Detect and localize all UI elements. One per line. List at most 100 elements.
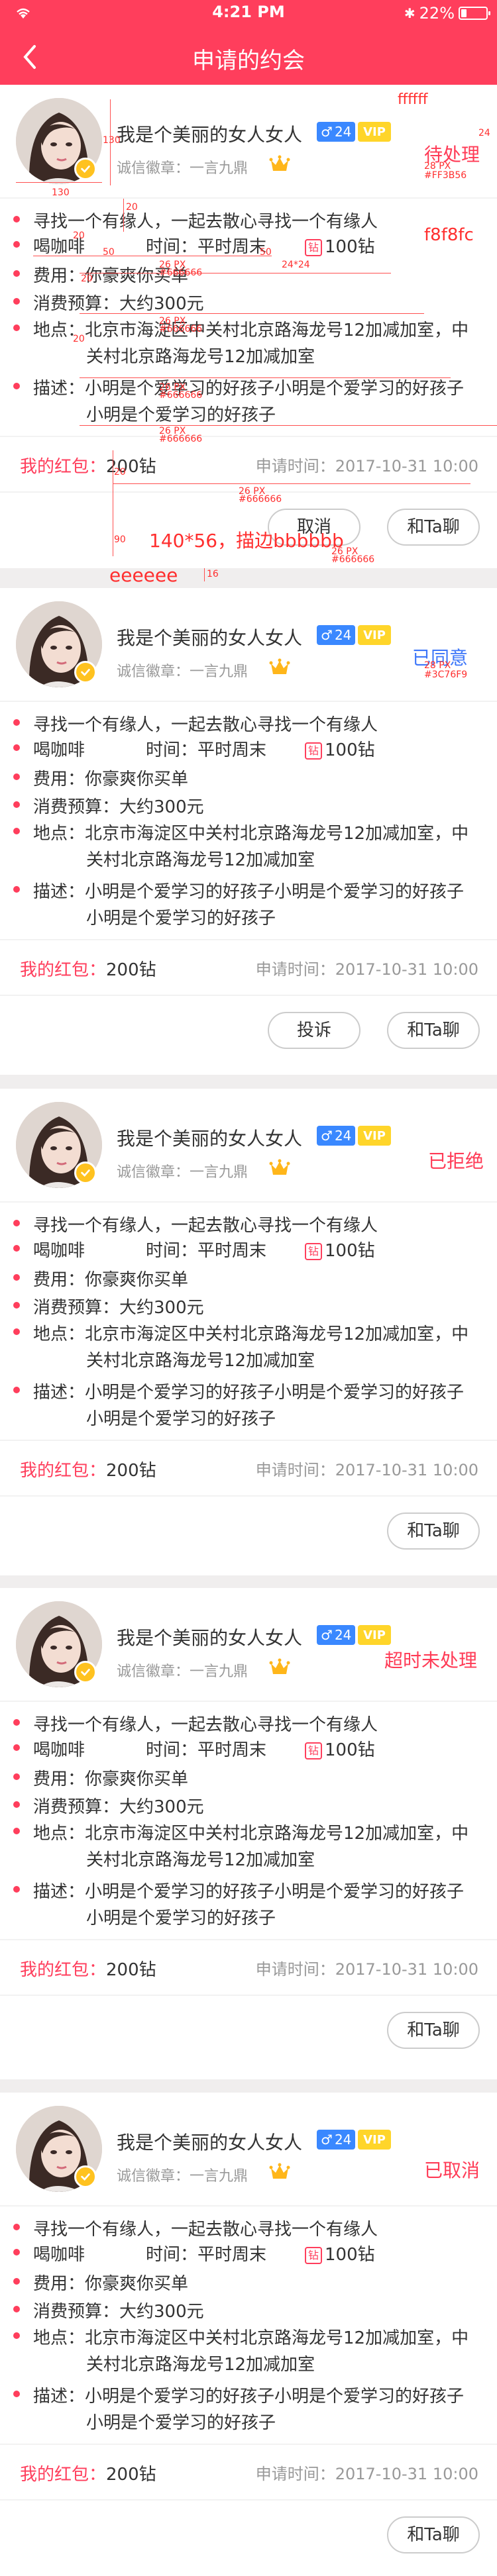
annot-n50-a: 50 bbox=[103, 247, 115, 258]
intent-text: 寻找一个有缘人，一起去散心寻找一个有缘人 bbox=[33, 1216, 378, 1236]
annot-n130-h: 130 bbox=[52, 187, 70, 198]
age-badge: ♂ 24 bbox=[317, 122, 356, 142]
chat-button[interactable]: 和Ta聊 bbox=[387, 509, 480, 546]
date-request-card: 我是个美丽的女人女人 ♂ 24 VIP 诚信徽章：一言九鼎 已拒绝 寻找一个有缘人，一起去散… bbox=[0, 1089, 497, 1575]
apply-time: 申请时间：2017-10-31 10:00 bbox=[255, 1461, 478, 1479]
male-icon: ♂ bbox=[321, 2132, 333, 2148]
chat-button[interactable]: 和Ta聊 bbox=[387, 2516, 480, 2553]
coin-icon: 钻 bbox=[305, 1742, 322, 1759]
apply-time: 申请时间：2017-10-31 10:00 bbox=[255, 2465, 478, 2483]
annot-c666-c: #666666 bbox=[159, 390, 203, 401]
bullet-dot bbox=[13, 1719, 20, 1726]
battery-icon bbox=[459, 7, 490, 20]
description-text: 描述：小明是个爱学习的好孩子小明是个爱学习的好孩子 bbox=[33, 1383, 465, 1403]
description-text: 描述：小明是个爱学习的好孩子小明是个爱学习的好孩子 bbox=[33, 882, 465, 902]
age-badge: ♂ 24 bbox=[317, 2130, 356, 2150]
bullet-dot bbox=[13, 801, 20, 808]
user-name: 我是个美丽的女人女人 bbox=[117, 2132, 303, 2154]
bullet-dot bbox=[13, 744, 20, 751]
request-status: 已取消 bbox=[424, 2159, 480, 2181]
user-name: 我是个美丽的女人女人 bbox=[117, 1128, 303, 1150]
annot-button-spec: 140*56，描边bbbbbb bbox=[149, 530, 344, 552]
divider bbox=[0, 995, 497, 996]
integrity-medal: 诚信徽章：一言九鼎 bbox=[117, 2168, 248, 2185]
bullet-dot bbox=[13, 1328, 20, 1335]
male-icon: ♂ bbox=[321, 1627, 333, 1643]
page-title: 申请的约会 bbox=[192, 48, 305, 74]
description-text-cont: 小明是个爱学习的好孩子 bbox=[86, 2413, 276, 2433]
age-badge: ♂ 24 bbox=[317, 625, 356, 645]
address-text: 地点：北京市海淀区中关村北京路海龙号12加减加室，中 bbox=[33, 321, 469, 340]
apply-time: 申请时间：2017-10-31 10:00 bbox=[255, 1960, 478, 1979]
description-text-cont: 小明是个爱学习的好孩子 bbox=[86, 1908, 276, 1928]
address-text-cont: 关村北京路海龙号12加减加室 bbox=[86, 1351, 315, 1371]
apply-time: 申请时间：2017-10-31 10:00 bbox=[255, 457, 478, 475]
coins-value: 钻 100钻 bbox=[305, 233, 375, 258]
annot-status-spec-2: #FF3B56 bbox=[424, 170, 467, 181]
card-header: 我是个美丽的女人女人 ♂ 24 VIP 诚信徽章：一言九鼎 已拒绝 bbox=[0, 1089, 497, 1201]
nav-bar: 申请的约会 bbox=[0, 26, 497, 85]
bullet-dot bbox=[13, 1274, 20, 1281]
age-badge: ♂ 24 bbox=[317, 1625, 356, 1645]
chat-button[interactable]: 和Ta聊 bbox=[387, 2012, 480, 2049]
annot-n16: 16 bbox=[207, 569, 219, 579]
chat-button[interactable]: 和Ta聊 bbox=[387, 1512, 480, 1550]
address-text-cont: 关村北京路海龙号12加减加室 bbox=[86, 347, 315, 367]
apply-time: 申请时间：2017-10-31 10:00 bbox=[255, 960, 478, 979]
fee-text: 费用：你豪爽你买单 bbox=[33, 769, 189, 789]
verified-check-icon bbox=[74, 1162, 97, 1184]
time-text: 时间：平时周末 bbox=[146, 1241, 267, 1261]
male-icon: ♂ bbox=[321, 124, 333, 140]
chat-button[interactable]: 和Ta聊 bbox=[387, 1012, 480, 1049]
red-packet: 我的红包：200钻 bbox=[20, 1960, 156, 1980]
coins-value: 钻 100钻 bbox=[305, 736, 375, 761]
bullet-dot bbox=[13, 773, 20, 780]
bullet-dot bbox=[13, 216, 20, 223]
fee-text: 费用：你豪爽你买单 bbox=[33, 2274, 189, 2294]
divider bbox=[0, 1995, 497, 1996]
red-packet: 我的红包：200钻 bbox=[20, 457, 156, 477]
integrity-medal: 诚信徽章：一言九鼎 bbox=[117, 160, 248, 177]
time-text: 时间：平时周末 bbox=[146, 2245, 267, 2265]
annot-n20-a: 20 bbox=[126, 202, 138, 213]
divider bbox=[0, 1440, 497, 1441]
bluetooth-icon: ✱ bbox=[404, 5, 415, 21]
divider bbox=[0, 1201, 497, 1203]
description-text: 描述：小明是个爱学习的好孩子小明是个爱学习的好孩子 bbox=[33, 2387, 465, 2406]
description-text: 描述：小明是个爱学习的好孩子小明是个爱学习的好孩子 bbox=[33, 1882, 465, 1902]
complain-button[interactable]: 投诉 bbox=[268, 1012, 360, 1049]
vip-badge: VIP bbox=[358, 1625, 391, 1645]
annot-n50-b: 50 bbox=[260, 247, 272, 258]
vip-badge: VIP bbox=[358, 1126, 391, 1146]
divider bbox=[0, 436, 497, 437]
address-text: 地点：北京市海淀区中关村北京路海龙号12加减加室，中 bbox=[33, 1324, 469, 1344]
annot-f8f8fc: f8f8fc bbox=[424, 225, 474, 245]
annot-n20-b: 20 bbox=[73, 230, 85, 241]
bullet-dot bbox=[13, 1387, 20, 1393]
bullet-dot bbox=[13, 719, 20, 726]
intent-text: 寻找一个有缘人，一起去散心寻找一个有缘人 bbox=[33, 2220, 378, 2240]
activity-text: 喝咖啡 bbox=[33, 740, 85, 760]
card-header: 我是个美丽的女人女人 ♂ 24 VIP 诚信徽章：一言九鼎 已同意 bbox=[0, 588, 497, 701]
time-text: 时间：平时周末 bbox=[146, 1740, 267, 1760]
age-badge: ♂ 24 bbox=[317, 1126, 356, 1146]
bullet-dot bbox=[13, 886, 20, 893]
integrity-medal: 诚信徽章：一言九鼎 bbox=[117, 1663, 248, 1680]
budget-text: 消费预算：大约300元 bbox=[33, 797, 204, 817]
user-name: 我是个美丽的女人女人 bbox=[117, 124, 303, 146]
annot-n24: 24 bbox=[478, 128, 490, 138]
bullet-dot bbox=[13, 2278, 20, 2285]
verified-check-icon bbox=[74, 158, 97, 180]
address-text: 地点：北京市海淀区中关村北京路海龙号12加减加室，中 bbox=[33, 824, 469, 844]
bullet-dot bbox=[13, 1886, 20, 1893]
verified-check-icon bbox=[74, 1661, 97, 1683]
crown-icon bbox=[269, 155, 290, 173]
description-text-cont: 小明是个爱学习的好孩子 bbox=[86, 909, 276, 928]
address-text-cont: 关村北京路海龙号12加减加室 bbox=[86, 2355, 315, 2375]
bullet-dot bbox=[13, 1302, 20, 1309]
divider bbox=[0, 2205, 497, 2206]
bullet-dot bbox=[13, 1801, 20, 1808]
address-text: 地点：北京市海淀区中关村北京路海龙号12加减加室，中 bbox=[33, 1824, 469, 1844]
male-icon: ♂ bbox=[321, 1128, 333, 1144]
annot-c666-e: #666666 bbox=[239, 494, 282, 505]
